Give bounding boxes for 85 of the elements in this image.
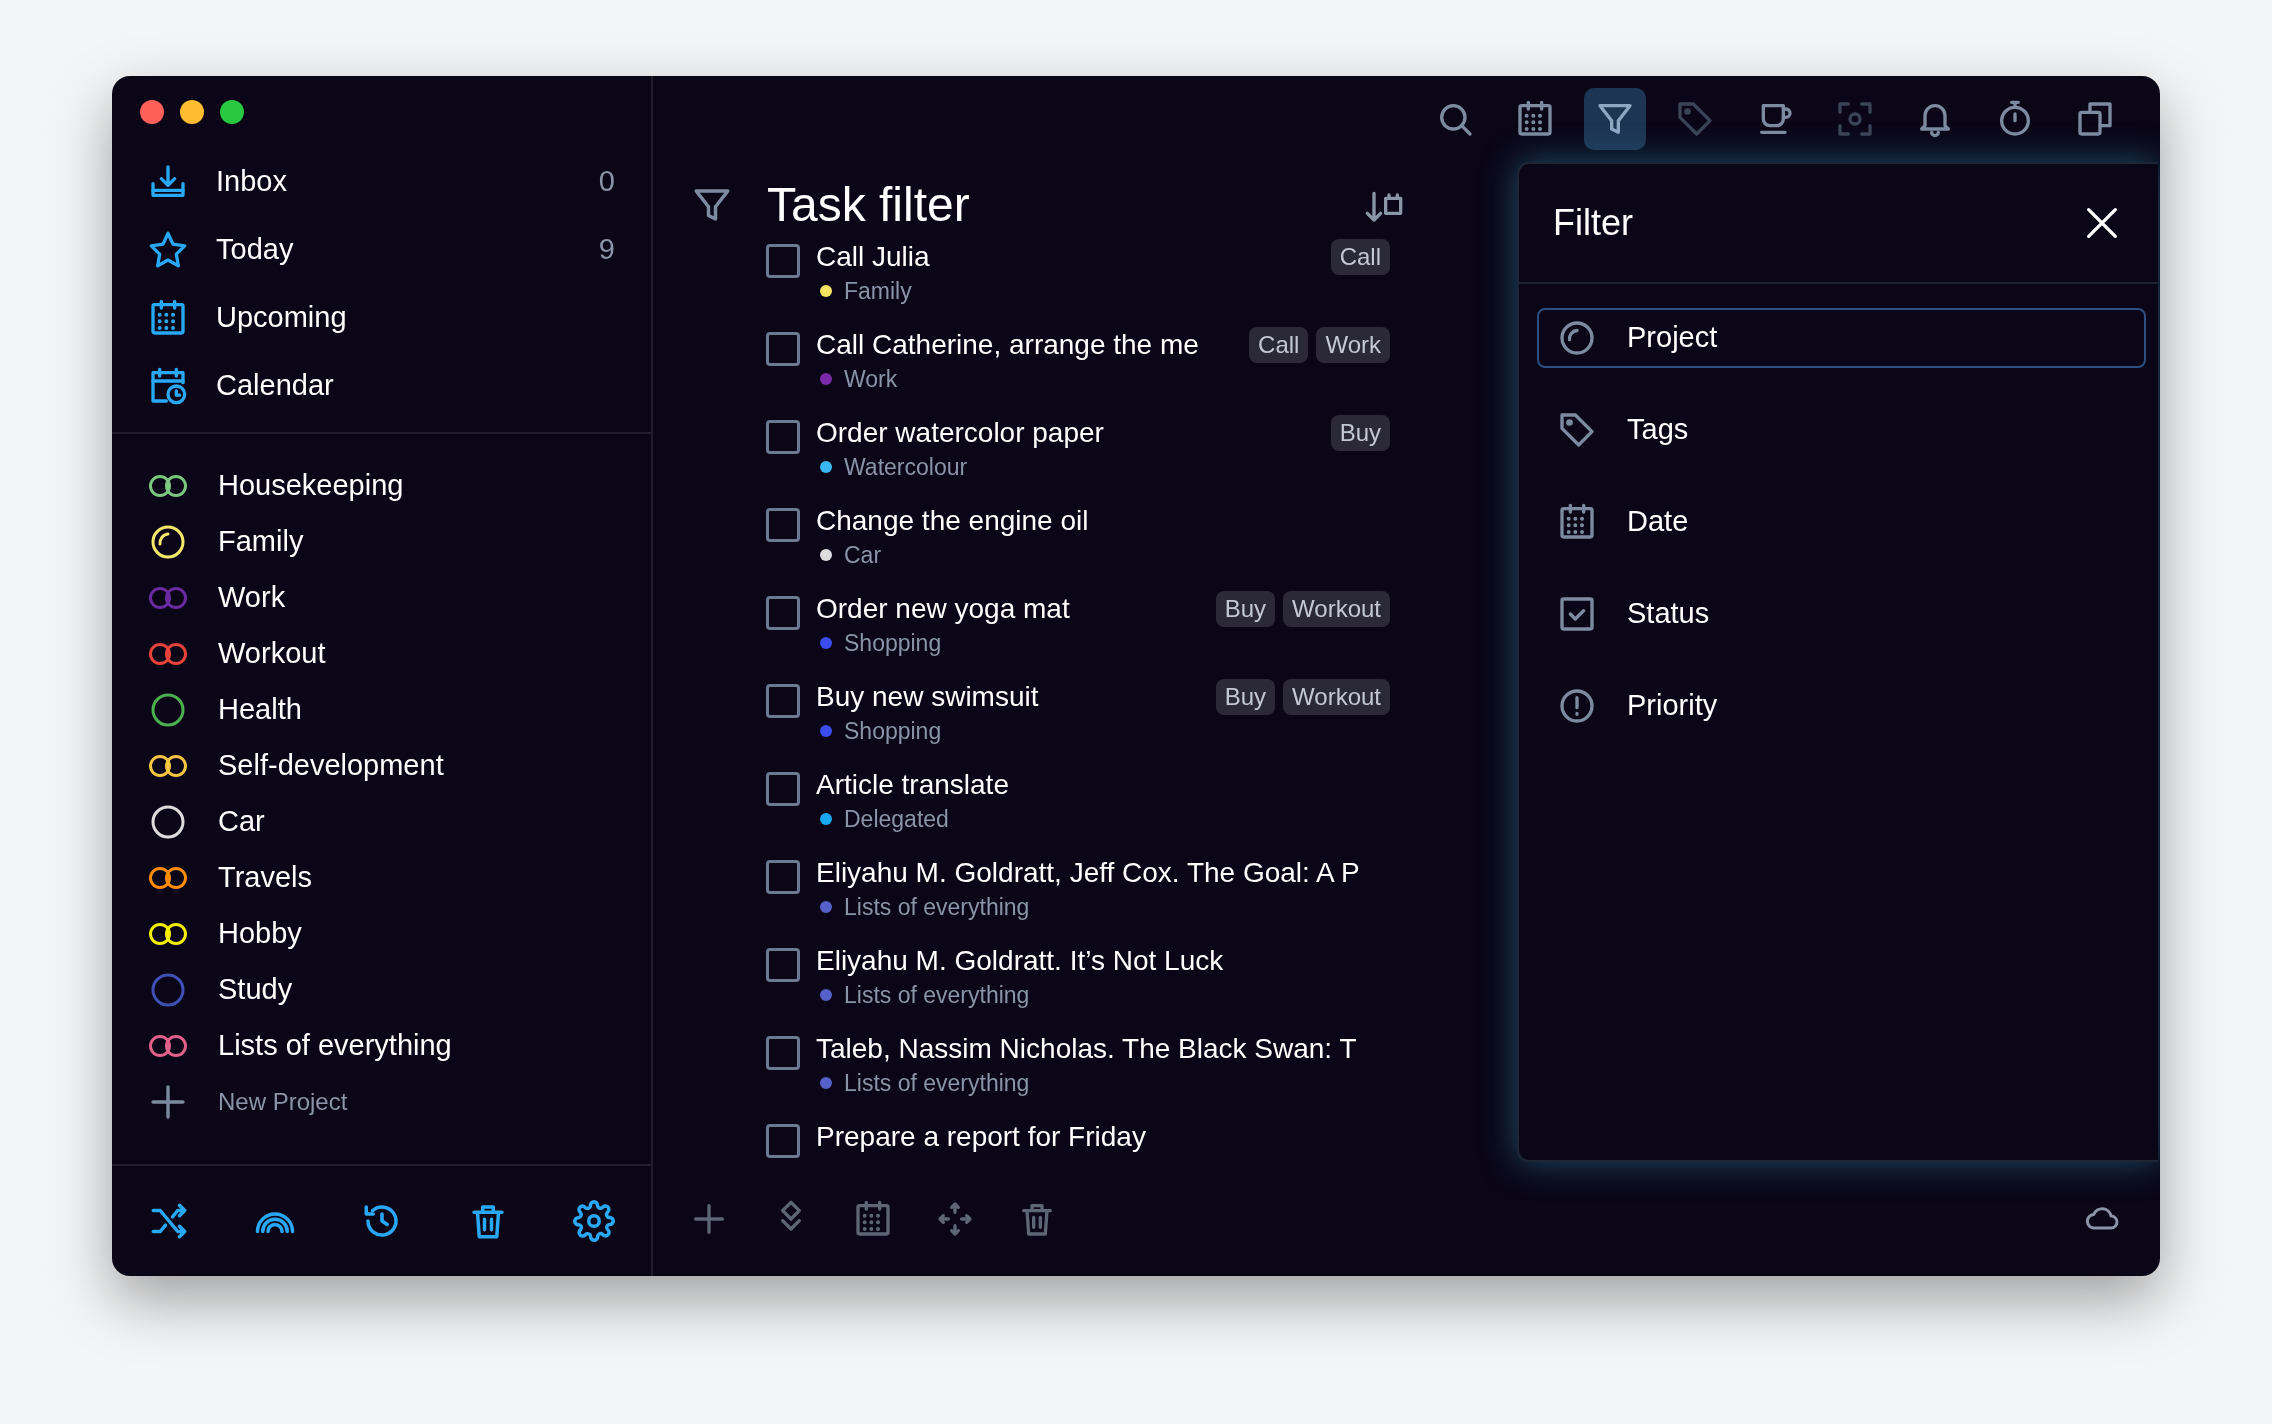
project-item[interactable]: Work xyxy=(112,570,651,626)
task-title[interactable]: Eliyahu M. Goldratt. It’s Not Luck xyxy=(816,942,1390,980)
project-label: Shopping xyxy=(844,629,942,658)
task-title[interactable]: Buy new swimsuit xyxy=(816,678,1216,716)
task-title[interactable]: Call Julia xyxy=(816,238,1331,276)
exclamation-icon xyxy=(1557,686,1597,726)
task-title[interactable]: Order watercolor paper xyxy=(816,414,1331,452)
zoom-light[interactable] xyxy=(220,100,244,124)
task-title[interactable]: Prepare a report for Friday xyxy=(816,1118,1390,1156)
project-item[interactable]: Hobby xyxy=(112,906,651,962)
filter-option[interactable]: Project xyxy=(1537,308,2146,368)
calendar-icon xyxy=(1515,99,1555,139)
task-title[interactable]: Taleb, Nassim Nicholas. The Black Swan: T xyxy=(816,1030,1390,1068)
project-label: Work xyxy=(844,365,898,394)
project-item[interactable]: Family xyxy=(112,514,651,570)
move-icon[interactable] xyxy=(935,1199,975,1239)
page-title: Task filter xyxy=(767,177,970,233)
new-project-button[interactable]: New Project xyxy=(112,1074,651,1130)
project-label: Shopping xyxy=(844,717,942,746)
project-label: Lists of everything xyxy=(844,893,1030,922)
project-item[interactable]: Study xyxy=(112,962,651,1018)
task-tag[interactable]: Buy xyxy=(1215,591,1276,627)
task-tag[interactable]: Workout xyxy=(1283,679,1390,715)
project-item[interactable]: Workout xyxy=(112,626,651,682)
nav-item[interactable]: Calendar xyxy=(112,352,651,420)
checkbox[interactable] xyxy=(766,1124,800,1158)
checkbox[interactable] xyxy=(766,772,800,806)
task-title[interactable]: Change the engine oil xyxy=(816,502,1390,540)
project-item[interactable]: Self-development xyxy=(112,738,651,794)
checkbox[interactable] xyxy=(766,596,800,630)
shuffle-icon[interactable] xyxy=(148,1200,190,1242)
checkbox[interactable] xyxy=(766,860,800,894)
task-title[interactable]: Call Catherine, arrange the me xyxy=(816,326,1250,364)
checkbox[interactable] xyxy=(766,684,800,718)
nav-item[interactable]: Upcoming xyxy=(112,284,651,352)
focus-icon xyxy=(1835,99,1875,139)
settings-icon[interactable] xyxy=(573,1200,615,1242)
checkbox[interactable] xyxy=(766,1036,800,1070)
calendar-icon xyxy=(1557,502,1597,542)
task-title[interactable]: Order new yoga mat xyxy=(816,590,1216,628)
task-title[interactable]: Article translate xyxy=(816,766,1390,804)
task-title[interactable]: Eliyahu M. Goldratt, Jeff Cox. The Goal: A P xyxy=(816,854,1390,892)
checkbox[interactable] xyxy=(766,244,800,278)
item-count: 0 xyxy=(598,164,615,200)
checkbox[interactable] xyxy=(766,508,800,542)
task-tag[interactable]: Buy xyxy=(1215,679,1276,715)
close-light[interactable] xyxy=(140,100,164,124)
minimize-light[interactable] xyxy=(180,100,204,124)
filter-option[interactable]: Date xyxy=(1537,492,2146,552)
panel-title: Filter xyxy=(1553,201,1633,245)
project-label: Lists of everything xyxy=(844,981,1030,1010)
calendar-clock-icon xyxy=(148,366,188,406)
ring-icon xyxy=(1557,318,1597,358)
project-label: Family xyxy=(844,277,912,306)
project-item[interactable]: Travels xyxy=(112,850,651,906)
project-label: Car xyxy=(844,541,882,570)
checkbox-icon xyxy=(1557,594,1597,634)
star-icon xyxy=(148,230,188,270)
calendar-icon[interactable] xyxy=(853,1199,893,1239)
checkbox[interactable] xyxy=(766,420,800,454)
filter-option[interactable]: Tags xyxy=(1537,400,2146,460)
project-item[interactable]: Housekeeping xyxy=(112,458,651,514)
tag-icon xyxy=(1675,99,1715,139)
toolbar-button[interactable] xyxy=(1584,88,1646,150)
filter-option[interactable]: Priority xyxy=(1537,676,2146,736)
nav-item[interactable]: Inbox 0 xyxy=(112,148,651,216)
calendar-icon xyxy=(148,298,188,338)
nav-item[interactable]: Today 9 xyxy=(112,216,651,284)
copy-icon xyxy=(2075,99,2115,139)
task-tag[interactable]: Call xyxy=(1249,327,1309,363)
filter-option[interactable]: Status xyxy=(1537,584,2146,644)
task-tag[interactable]: Work xyxy=(1316,327,1390,363)
project-item[interactable]: Lists of everything xyxy=(112,1018,651,1074)
project-item[interactable]: Health xyxy=(112,682,651,738)
tag-icon xyxy=(1557,410,1597,450)
project-label: Watercolour xyxy=(844,453,968,482)
project-item[interactable]: Car xyxy=(112,794,651,850)
checkbox[interactable] xyxy=(766,332,800,366)
task-tag[interactable]: Call xyxy=(1330,239,1390,275)
task-tag[interactable]: Workout xyxy=(1283,591,1390,627)
project-label: Lists of everything xyxy=(844,1069,1030,1098)
item-count: 9 xyxy=(598,232,615,268)
project-label: Delegated xyxy=(844,805,949,834)
task-tag[interactable]: Buy xyxy=(1330,415,1390,451)
checkbox[interactable] xyxy=(766,948,800,982)
